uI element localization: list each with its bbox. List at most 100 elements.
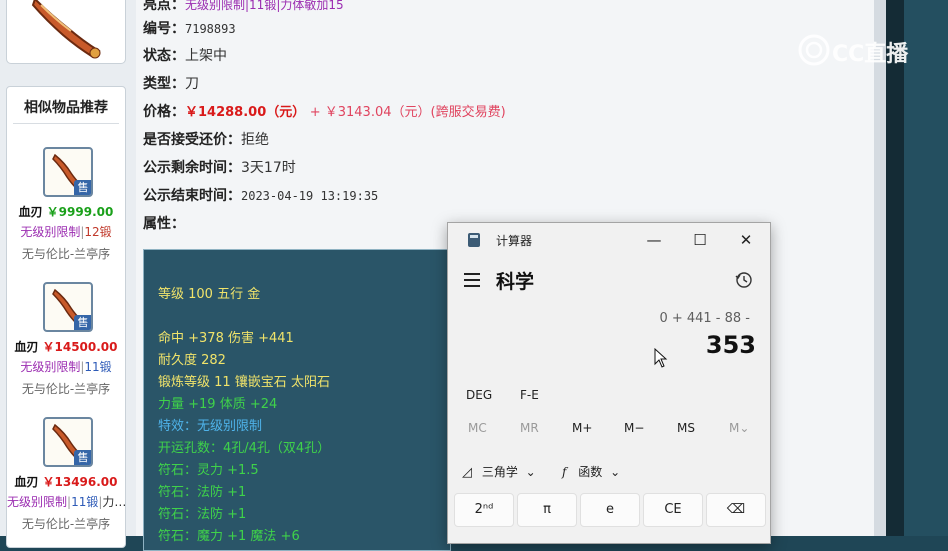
calculator-app-icon [468, 233, 480, 247]
type-label: 类型： [143, 76, 185, 92]
history-icon[interactable] [734, 270, 754, 290]
e-key[interactable]: e [580, 493, 640, 527]
maximize-button[interactable]: ☐ [680, 227, 720, 253]
counteroffer-label: 是否接受还价： [143, 132, 241, 148]
similar-item-tags: 无级别限制|11锻 [20, 360, 112, 374]
second-function-key[interactable]: 2ⁿᵈ [454, 493, 514, 527]
for-sale-badge: 售 [74, 450, 91, 465]
calculator-window[interactable]: 计算器 — ☐ ✕ 科学 0 + 441 - 88 - 353 DEG F-E … [447, 222, 771, 544]
window-edge [886, 0, 904, 536]
memory-store-button[interactable]: MS [677, 421, 695, 435]
blade-icon [31, 0, 101, 59]
chevron-down-icon: ⌄ [525, 465, 536, 479]
attr-rune-3: 符石：法防 +1 [158, 507, 247, 522]
calculator-expression: 0 + 441 - 88 - [659, 311, 750, 326]
similar-item-tag: 无级别限制 [20, 360, 81, 374]
attr-rune-1: 符石：灵力 +1.5 [158, 463, 259, 478]
pi-key[interactable]: π [517, 493, 577, 527]
similar-item-name-price: 血刃 ￥9999.00 [7, 203, 125, 220]
cut-off-label: 亮点： [143, 0, 185, 13]
angle-unit-button[interactable]: DEG [466, 388, 492, 402]
end-time-label: 公示结束时间： [143, 188, 241, 204]
similar-item-price: ￥13496.00 [42, 475, 118, 489]
type-value: 刀 [185, 76, 199, 92]
detail-row-type: 类型：刀 [143, 73, 199, 93]
price-value: ￥14288.00（元） [185, 105, 306, 120]
id-value: 7198893 [185, 22, 236, 36]
similar-item-icon[interactable]: 售 [43, 282, 93, 332]
calculator-title: 计算器 [496, 234, 533, 248]
end-time-value: 2023-04-19 13:19:35 [241, 189, 379, 203]
memory-recall-button[interactable]: MR [520, 421, 539, 435]
detail-row-counteroffer: 是否接受还价：拒绝 [143, 129, 269, 149]
triangle-icon: ◿ [462, 465, 472, 480]
similar-item-extra: 力… [102, 495, 125, 509]
similar-item-forge: 11锻 [84, 360, 112, 374]
desktop-background [904, 0, 948, 536]
detail-row-price: 价格：￥14288.00（元） + ￥3143.04（元）(跨服交易费) [143, 101, 506, 121]
remaining-label: 公示剩余时间： [143, 160, 241, 176]
for-sale-badge: 售 [74, 180, 91, 195]
similar-item-price: ￥9999.00 [46, 205, 114, 219]
memory-add-button[interactable]: M+ [572, 421, 592, 435]
remaining-value: 3天17时 [241, 160, 296, 176]
similar-items-box: 相似物品推荐 售 血刃 ￥9999.00 无级别限制|12锻 无与伦比-兰亭序 售… [6, 86, 126, 548]
hamburger-menu-icon[interactable] [464, 273, 480, 287]
similar-item-name: 血刃 [18, 205, 43, 219]
clear-entry-key[interactable]: CE [643, 493, 703, 527]
backspace-key[interactable]: ⌫ [706, 493, 766, 527]
calculator-mode-title: 科学 [496, 271, 535, 293]
close-button[interactable]: ✕ [726, 227, 766, 253]
similar-item-tags: 无级别限制|11锻|力… [7, 495, 125, 509]
for-sale-badge: 售 [74, 315, 91, 330]
similar-item-name: 血刃 [14, 475, 39, 489]
similar-item-forge: 11锻 [71, 495, 99, 509]
similar-item-card[interactable]: 售 血刃 ￥14500.00 无级别限制|11锻 无与伦比-兰亭序 [7, 282, 125, 412]
id-label: 编号： [143, 21, 185, 37]
similar-item-card[interactable]: 售 血刃 ￥9999.00 无级别限制|12锻 无与伦比-兰亭序 [7, 147, 125, 277]
attr-hit-damage: 命中 +378 伤害 +441 [158, 331, 294, 346]
detail-row-end-time: 公示结束时间：2023-04-19 13:19:35 [143, 185, 378, 205]
attr-holes: 开运孔数：4孔/4孔（双4孔） [158, 441, 331, 456]
minimize-button[interactable]: — [634, 227, 674, 253]
detail-row-remaining: 公示剩余时间：3天17时 [143, 157, 296, 177]
detail-row-id: 编号：7198893 [143, 18, 236, 38]
attr-rune-2: 符石：法防 +1 [158, 485, 247, 500]
calculator-result: 353 [705, 331, 756, 359]
mouse-cursor-icon [654, 348, 668, 368]
similar-item-icon[interactable]: 售 [43, 417, 93, 467]
similar-item-seller: 无与伦比-兰亭序 [21, 382, 111, 396]
memory-clear-button[interactable]: MC [468, 421, 487, 435]
similar-item-name-price: 血刃 ￥14500.00 [7, 338, 125, 355]
cut-off-row: 亮点：无级别限制|11锻|力体敏加15 [143, 0, 344, 14]
similar-item-seller: 无与伦比-兰亭序 [21, 247, 111, 261]
cut-off-value: 无级别限制|11锻|力体敏加15 [185, 0, 344, 12]
page-scrollbar[interactable] [874, 0, 886, 536]
similar-item-seller: 无与伦比-兰亭序 [21, 517, 111, 531]
memory-list-button[interactable]: M⌄ [729, 421, 749, 435]
attr-level: 等级 100 五行 金 [158, 287, 261, 302]
attributes-label: 属性： [143, 216, 185, 232]
memory-subtract-button[interactable]: M− [624, 421, 644, 435]
counteroffer-value: 拒绝 [241, 132, 269, 148]
attr-rune-4: 符石：魔力 +1 魔法 +6 [158, 529, 300, 544]
item-image [6, 0, 126, 64]
similar-items-title: 相似物品推荐 [24, 100, 108, 116]
trigonometry-dropdown[interactable]: ◿ 三角学 ⌄ [462, 463, 536, 480]
status-label: 状态： [143, 48, 185, 64]
detail-row-status: 状态：上架中 [143, 45, 227, 65]
divider [13, 123, 119, 124]
similar-item-icon[interactable]: 售 [43, 147, 93, 197]
similar-item-forge: 12锻 [84, 225, 112, 239]
similar-item-card[interactable]: 售 血刃 ￥13496.00 无级别限制|11锻|力… 无与伦比-兰亭序 [7, 417, 125, 547]
cc-live-watermark: CC直播 [796, 32, 924, 68]
attributes-panel: 等级 100 五行 金 命中 +378 伤害 +441 耐久度 282 锻炼等级… [143, 249, 451, 551]
attr-special: 特效：无级别限制 [158, 419, 263, 434]
function-dropdown[interactable]: f 函数 ⌄ [562, 463, 620, 480]
attr-forge: 锻炼等级 11 镶嵌宝石 太阳石 [158, 375, 330, 390]
attr-durability: 耐久度 282 [158, 353, 226, 368]
similar-item-name: 血刃 [14, 340, 39, 354]
similar-item-tag: 无级别限制 [7, 495, 68, 509]
calculator-titlebar[interactable]: 计算器 — ☐ ✕ [448, 223, 770, 257]
fe-button[interactable]: F-E [520, 388, 539, 402]
